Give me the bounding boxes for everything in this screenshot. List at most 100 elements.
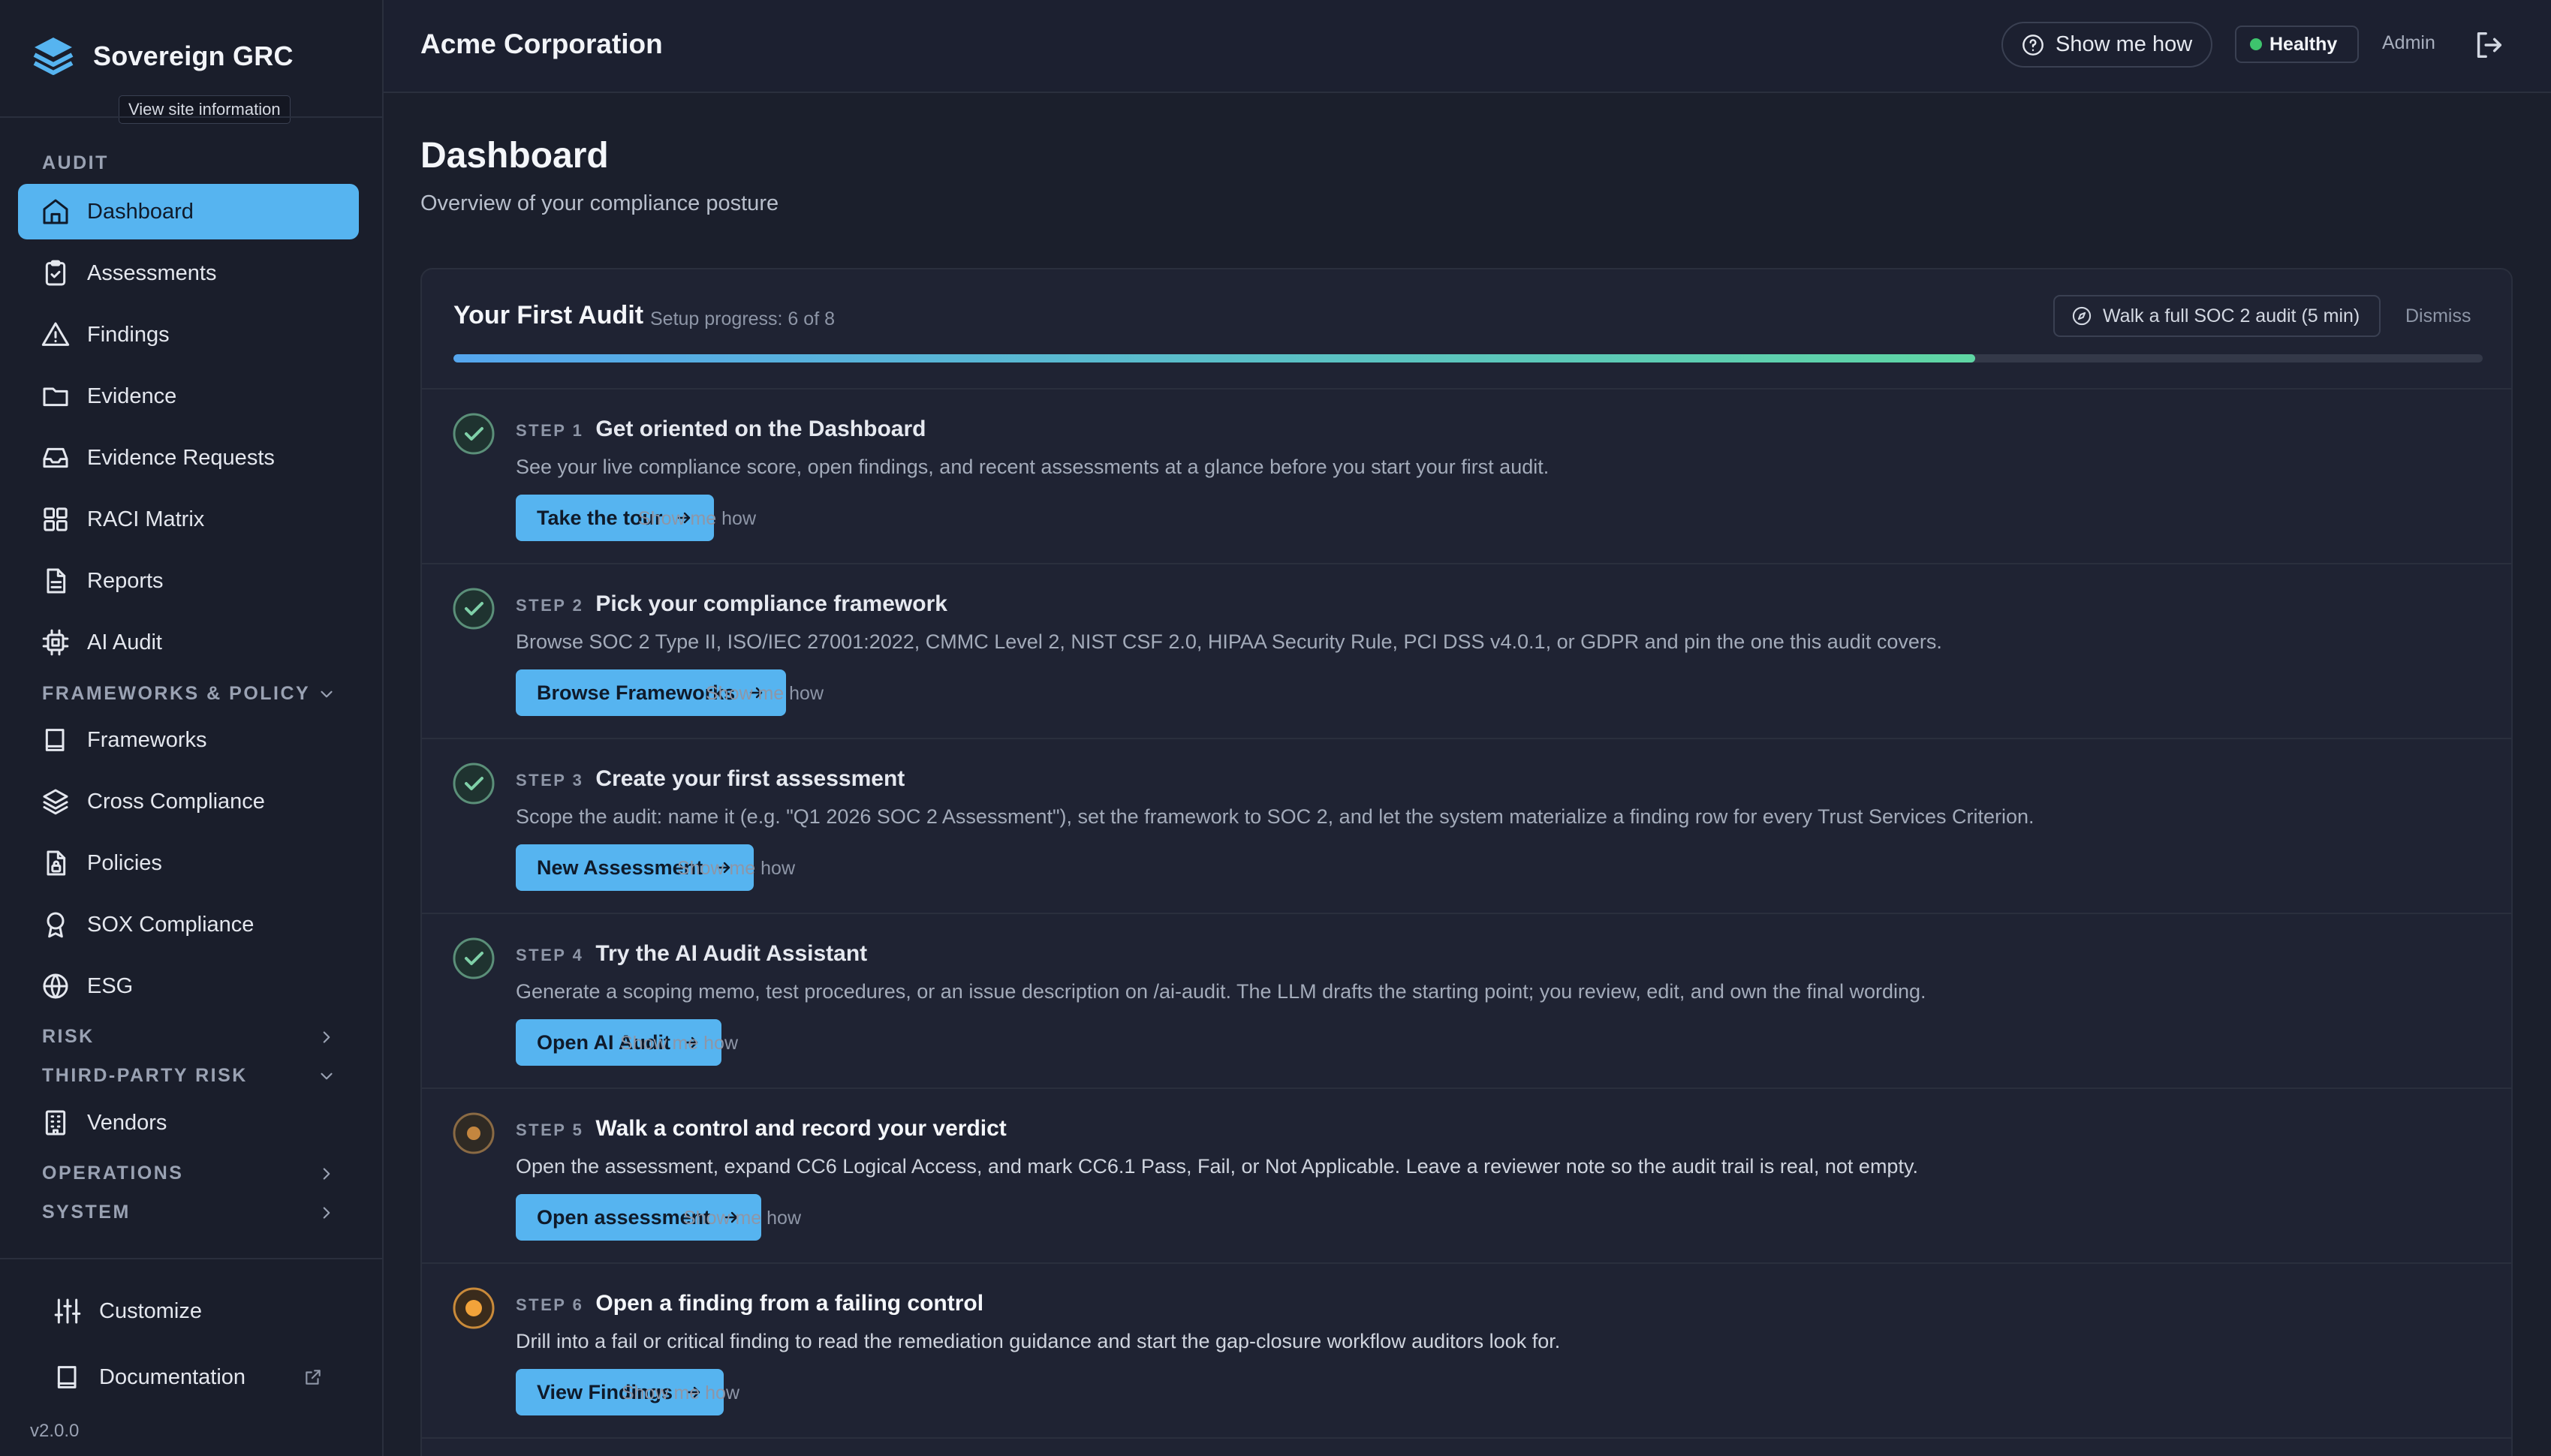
sidebar-divider (0, 116, 384, 118)
book-icon (45, 729, 65, 751)
sidebar-item-label: ESG (87, 973, 134, 998)
sidebar-item-findings[interactable]: Findings (18, 307, 359, 362)
sidebar-item-assessments[interactable]: Assessments (18, 245, 359, 301)
step-heading: STEP 6 Open a finding from a failing cont… (516, 1291, 983, 1316)
step-title: Walk a control and record your verdict (595, 1116, 1007, 1141)
section-frameworks-label: FRAMEWORKS & POLICY (42, 683, 311, 704)
step-title: Create your first assessment (595, 766, 905, 791)
step-heading: STEP 1 Get oriented on the Dashboard (516, 417, 926, 442)
health-status-badge[interactable]: Healthy (2235, 26, 2359, 63)
step-description: See your live compliance score, open fin… (516, 456, 1550, 478)
dismiss-button[interactable]: Dismiss (2405, 305, 2471, 327)
document-icon (47, 568, 66, 594)
onboarding-step: STEP 2 Pick your compliance framework Brow… (422, 564, 2511, 739)
sidebar-item-vendors[interactable]: Vendors (18, 1095, 359, 1151)
section-operations[interactable]: OPERATIONS (42, 1163, 336, 1184)
step-show-me-how-link[interactable]: Show me how (638, 508, 756, 530)
building-icon (45, 1110, 66, 1136)
walk-soc2-audit-label: Walk a full SOC 2 audit (5 min) (2103, 305, 2360, 326)
show-me-how-label: Show me how (2056, 32, 2193, 56)
sidebar-item-evidence-requests[interactable]: Evidence Requests (18, 430, 359, 486)
step-show-me-how-link[interactable]: Show me how (622, 1382, 739, 1404)
pending-circle-icon (453, 1287, 495, 1329)
sidebar: Sovereign GRC View site information AUDI… (0, 0, 384, 1456)
warning-triangle-icon (41, 322, 70, 346)
grid-icon (44, 507, 68, 531)
customize-button[interactable]: Customize (53, 1296, 202, 1326)
setup-progress-text: Setup progress: 6 of 8 (650, 308, 835, 329)
step-heading: STEP 2 Pick your compliance framework (516, 591, 947, 617)
sidebar-item-policies[interactable]: Policies (18, 835, 359, 891)
section-risk[interactable]: RISK (42, 1026, 336, 1048)
user-role[interactable]: Admin (2382, 32, 2435, 54)
sidebar-item-cross-compliance[interactable]: Cross Compliance (18, 774, 359, 829)
section-audit: AUDIT (42, 152, 336, 174)
sidebar-item-label: SOX Compliance (87, 912, 254, 937)
step-show-me-how-link[interactable]: Show me how (677, 858, 795, 880)
check-circle-icon (453, 763, 495, 805)
brand-name: Sovereign GRC (93, 41, 294, 71)
step-number: STEP 4 (516, 946, 584, 964)
sidebar-item-label: Assessments (87, 260, 217, 285)
sliders-icon (54, 1298, 81, 1324)
section-system[interactable]: SYSTEM (42, 1202, 336, 1223)
sidebar-item-esg[interactable]: ESG (18, 958, 359, 1014)
sidebar-item-label: Dashboard (87, 199, 194, 224)
page-title: Dashboard (420, 136, 609, 176)
onboarding-step: STEP 4 Try the AI Audit Assistant Generate… (422, 914, 2511, 1089)
organization-name: Acme Corporation (420, 29, 663, 59)
step-heading: STEP 4 Try the AI Audit Assistant (516, 941, 867, 967)
first-audit-title: Your First Audit (453, 301, 644, 329)
step-title: Try the AI Audit Assistant (595, 941, 868, 966)
health-dot (2250, 38, 2262, 50)
chevron-down-icon (321, 690, 333, 697)
brand[interactable]: Sovereign GRC (30, 30, 294, 83)
step-number: STEP 2 (516, 596, 584, 615)
sidebar-item-ai-audit[interactable]: AI Audit (18, 615, 359, 670)
step-description: Drill into a fail or critical finding to… (516, 1330, 1561, 1352)
check-circle-icon (453, 413, 495, 455)
sidebar-item-sox-compliance[interactable]: SOX Compliance (18, 897, 359, 952)
step-number: STEP 1 (516, 421, 584, 440)
step-description: Scope the audit: name it (e.g. "Q1 2026 … (516, 805, 2034, 828)
sidebar-item-label: Cross Compliance (87, 789, 265, 814)
walk-soc2-audit-button[interactable]: Walk a full SOC 2 audit (5 min) (2053, 295, 2381, 337)
sidebar-item-frameworks[interactable]: Frameworks (18, 712, 359, 768)
sidebar-item-label: AI Audit (87, 630, 162, 654)
onboarding-step: STEP 5 Walk a control and record your ver… (422, 1089, 2511, 1264)
sidebar-item-label: RACI Matrix (87, 507, 205, 531)
step-show-me-how-link[interactable]: Show me how (620, 1033, 738, 1054)
step-title: Pick your compliance framework (595, 591, 947, 616)
sidebar-item-label: Reports (87, 568, 164, 593)
sidebar-item-label: Findings (87, 322, 170, 347)
sidebar-item-label: Policies (87, 850, 162, 875)
show-me-how-button[interactable]: Show me how (2001, 22, 2212, 68)
onboarding-step: STEP 1 Get oriented on the Dashboard See y… (422, 390, 2511, 564)
section-frameworks[interactable]: FRAMEWORKS & POLICY (42, 683, 336, 705)
globe-icon (43, 973, 68, 999)
step-show-me-how-link[interactable]: Show me how (683, 1208, 801, 1229)
section-third-party-label: THIRD-PARTY RISK (42, 1065, 248, 1086)
chevron-right-icon (323, 1206, 330, 1219)
sidebar-item-dashboard[interactable]: Dashboard (18, 184, 359, 239)
sidebar-item-reports[interactable]: Reports (18, 553, 359, 609)
logout-icon[interactable] (2471, 28, 2506, 62)
top-bar: Acme Corporation Show me how Healthy Adm… (384, 0, 2551, 93)
check-circle-icon (453, 937, 495, 979)
step-show-me-how-link[interactable]: Show me how (706, 683, 824, 705)
compass-icon (2072, 306, 2092, 326)
sidebar-item-evidence[interactable]: Evidence (18, 369, 359, 424)
help-circle-icon (2022, 34, 2044, 56)
documentation-link[interactable]: Documentation (53, 1362, 245, 1392)
chevron-right-icon (323, 1030, 330, 1043)
section-third-party-risk[interactable]: THIRD-PARTY RISK (42, 1065, 336, 1087)
onboarding-step: STEP 3 Create your first assessment Scope … (422, 739, 2511, 914)
inbox-icon (43, 447, 68, 468)
sidebar-item-raci-matrix[interactable]: RACI Matrix (18, 492, 359, 547)
setup-progress-bar (453, 354, 2483, 362)
step-title: Open a finding from a failing control (595, 1291, 984, 1316)
sidebar-item-label: Vendors (87, 1110, 167, 1135)
home-icon (43, 199, 68, 224)
sidebar-bottom-divider (0, 1258, 384, 1259)
health-status-label: Healthy (2269, 33, 2338, 55)
